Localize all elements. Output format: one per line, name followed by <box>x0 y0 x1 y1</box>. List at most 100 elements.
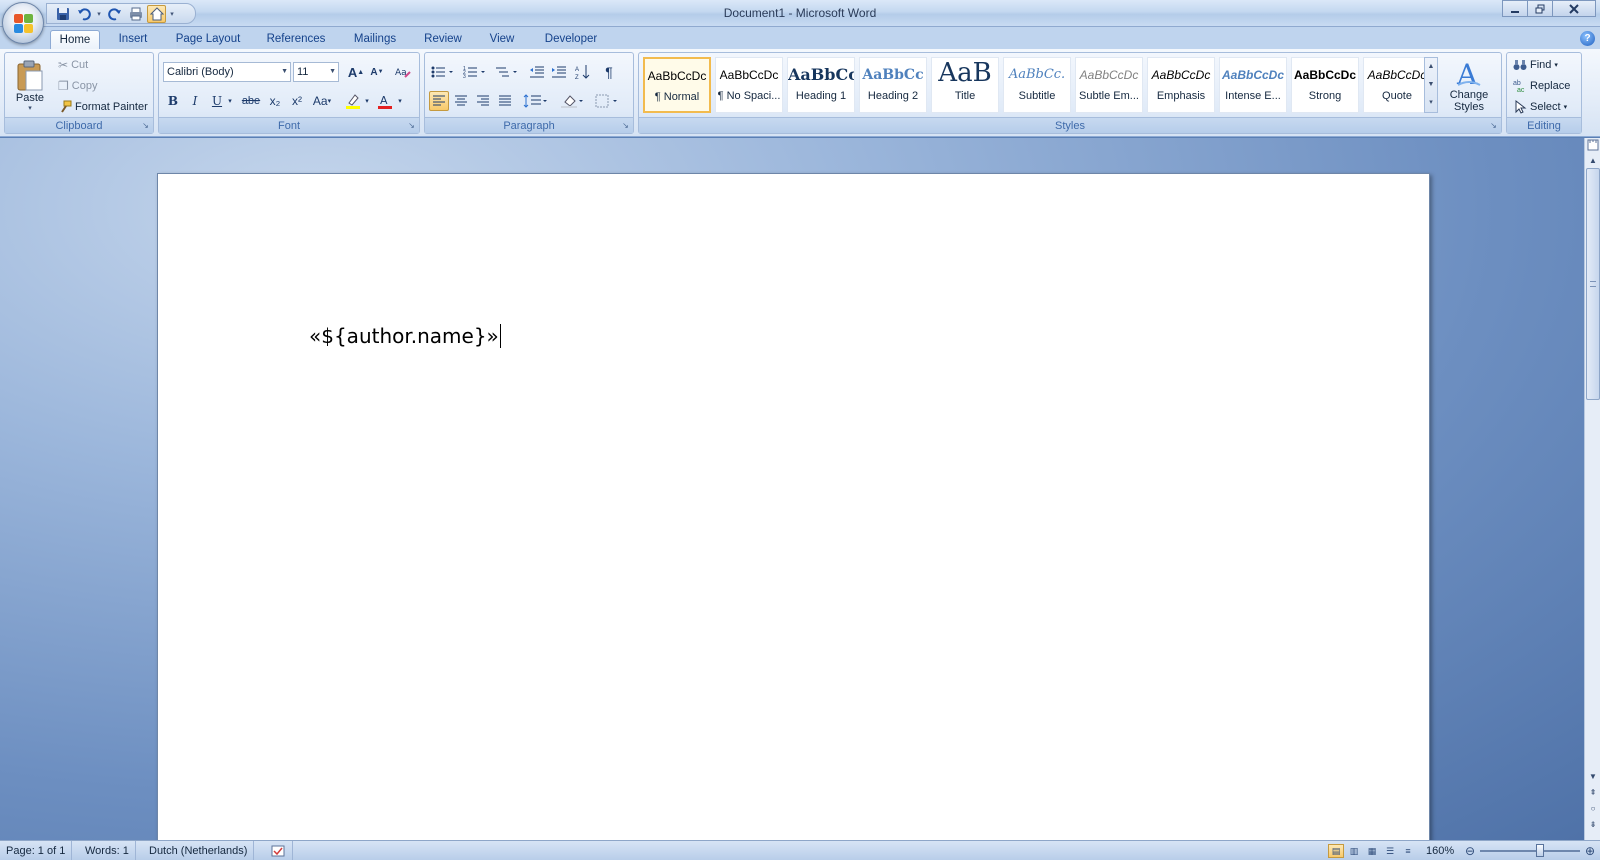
line-spacing-icon[interactable] <box>521 91 551 111</box>
font-name-combo[interactable]: Calibri (Body) ▼ <box>163 62 291 82</box>
borders-icon[interactable] <box>593 91 623 111</box>
style-strong[interactable]: AaBbCcDc Strong <box>1291 57 1359 113</box>
web-layout-view-icon[interactable]: ▦ <box>1364 844 1380 858</box>
font-launcher-icon[interactable]: ↘ <box>406 120 417 131</box>
justify-icon[interactable] <box>495 91 515 111</box>
zoom-level[interactable]: 160% <box>1420 841 1460 860</box>
outline-view-icon[interactable]: ☰ <box>1382 844 1398 858</box>
customize-icon[interactable]: ▾ <box>168 5 176 23</box>
scroll-up-icon[interactable]: ▲ <box>1586 154 1600 168</box>
align-left-icon[interactable] <box>429 91 449 111</box>
style-subtle-emphasis[interactable]: AaBbCcDc Subtle Em... <box>1075 57 1143 113</box>
help-icon[interactable]: ? <box>1580 31 1595 46</box>
decrease-indent-icon[interactable] <box>527 62 547 82</box>
style-no-spacing[interactable]: AaBbCcDc ¶ No Spaci... <box>715 57 783 113</box>
multilevel-list-icon[interactable] <box>493 62 521 82</box>
select-browse-object-icon[interactable]: ○ <box>1586 802 1600 816</box>
merge-field-text[interactable]: «${author.name}» <box>309 324 499 348</box>
vertical-scrollbar[interactable]: ▲ ▼ ⇞ ○ ⇟ <box>1584 138 1600 840</box>
subscript-button[interactable]: x₂ <box>265 91 285 111</box>
tab-mailings[interactable]: Mailings <box>345 30 405 50</box>
increase-indent-icon[interactable] <box>549 62 569 82</box>
bullets-icon[interactable] <box>429 62 457 82</box>
zoom-out-icon[interactable]: ⊖ <box>1462 844 1478 858</box>
font-color-dropdown-icon[interactable]: ▾ <box>395 91 405 111</box>
style-heading-1[interactable]: AaBbCc Heading 1 <box>787 57 855 113</box>
proofing-icon[interactable] <box>265 841 293 860</box>
next-page-icon[interactable]: ⇟ <box>1586 818 1600 832</box>
tab-view[interactable]: View <box>480 30 524 50</box>
close-icon[interactable] <box>1552 0 1596 17</box>
word-count[interactable]: Words: 1 <box>79 841 136 860</box>
more-styles-icon[interactable]: ▾ <box>1425 94 1437 112</box>
font-color-icon[interactable]: A <box>375 91 395 111</box>
shading-icon[interactable] <box>559 91 589 111</box>
select-button[interactable]: Select ▾ <box>1510 97 1570 117</box>
tab-review[interactable]: Review <box>418 30 468 50</box>
style-title[interactable]: AaB Title <box>931 57 999 113</box>
style-subtitle[interactable]: AaBbCc. Subtitle <box>1003 57 1071 113</box>
scroll-thumb[interactable] <box>1586 168 1600 400</box>
highlight-dropdown-icon[interactable]: ▾ <box>362 91 372 111</box>
styles-launcher-icon[interactable]: ↘ <box>1488 120 1499 131</box>
copy-button[interactable]: ❐ Copy <box>55 76 100 96</box>
style-heading-2[interactable]: AaBbCc Heading 2 <box>859 57 927 113</box>
print-icon[interactable] <box>126 5 145 23</box>
style-emphasis[interactable]: AaBbCcDc Emphasis <box>1147 57 1215 113</box>
show-formatting-marks-button[interactable]: ¶ <box>599 62 619 82</box>
bold-button[interactable]: B <box>163 91 183 111</box>
cut-button[interactable]: ✂ Cut <box>55 55 91 75</box>
strikethrough-button[interactable]: abe <box>239 91 263 111</box>
paragraph-launcher-icon[interactable]: ↘ <box>620 120 631 131</box>
office-button[interactable] <box>2 2 44 44</box>
draft-view-icon[interactable]: ≡ <box>1400 844 1416 858</box>
replace-button[interactable]: ab ac Replace <box>1510 76 1573 96</box>
change-case-button[interactable]: Aa ▾ <box>309 91 335 111</box>
document-page[interactable]: «${author.name}» <box>157 173 1430 840</box>
highlight-icon[interactable] <box>343 91 363 111</box>
tab-references[interactable]: References <box>260 30 332 50</box>
restore-icon[interactable] <box>1527 0 1553 17</box>
find-button[interactable]: Find ▾ <box>1510 55 1561 75</box>
change-styles-button[interactable]: A Change Styles <box>1443 55 1495 117</box>
tab-insert[interactable]: Insert <box>108 30 158 50</box>
full-screen-reading-view-icon[interactable]: ▥ <box>1346 844 1362 858</box>
save-icon[interactable] <box>53 5 72 23</box>
style-quote[interactable]: AaBbCcDc Quote <box>1363 57 1431 113</box>
scroll-down-icon[interactable]: ▼ <box>1586 770 1600 784</box>
previous-page-icon[interactable]: ⇞ <box>1586 786 1600 800</box>
tab-developer[interactable]: Developer <box>538 30 604 50</box>
font-size-combo[interactable]: 11 ▼ <box>293 62 339 82</box>
underline-dropdown-icon[interactable]: ▾ <box>225 91 235 111</box>
zoom-slider-track[interactable] <box>1480 850 1580 852</box>
page-count[interactable]: Page: 1 of 1 <box>0 841 73 860</box>
redo-icon[interactable] <box>105 5 124 23</box>
tab-page-layout[interactable]: Page Layout <box>170 30 246 50</box>
minimize-icon[interactable] <box>1502 0 1528 17</box>
shrink-font-button[interactable]: A ▼ <box>367 62 387 82</box>
align-center-icon[interactable] <box>451 91 471 111</box>
style-normal[interactable]: AaBbCcDc ¶ Normal <box>643 57 711 113</box>
style-intense-emphasis[interactable]: AaBbCcDc Intense E... <box>1219 57 1287 113</box>
clear-formatting-icon[interactable]: Aa <box>393 62 413 82</box>
format-painter-button[interactable]: Format Painter <box>55 97 151 117</box>
numbering-icon[interactable]: 123 <box>461 62 489 82</box>
paste-button[interactable]: Paste ▾ <box>9 55 51 117</box>
italic-button[interactable]: I <box>185 91 205 111</box>
home-icon[interactable] <box>147 4 166 23</box>
undo-icon[interactable] <box>74 5 93 23</box>
clipboard-launcher-icon[interactable]: ↘ <box>140 120 151 131</box>
superscript-button[interactable]: x² <box>287 91 307 111</box>
language-indicator[interactable]: Dutch (Netherlands) <box>143 841 255 860</box>
tab-home[interactable]: Home <box>50 30 100 50</box>
underline-button[interactable]: U <box>207 91 227 111</box>
zoom-slider-thumb[interactable] <box>1536 844 1544 857</box>
scroll-up-icon[interactable]: ▲ <box>1425 58 1437 76</box>
document-body-text[interactable]: «${author.name}» <box>309 324 501 348</box>
sort-icon[interactable]: AZ <box>573 62 593 82</box>
view-ruler-icon[interactable] <box>1586 139 1600 153</box>
grow-font-button[interactable]: A ▲ <box>346 62 366 82</box>
print-layout-view-icon[interactable]: ▤ <box>1328 844 1344 858</box>
align-right-icon[interactable] <box>473 91 493 111</box>
undo-dropdown-icon[interactable]: ▾ <box>95 5 103 23</box>
